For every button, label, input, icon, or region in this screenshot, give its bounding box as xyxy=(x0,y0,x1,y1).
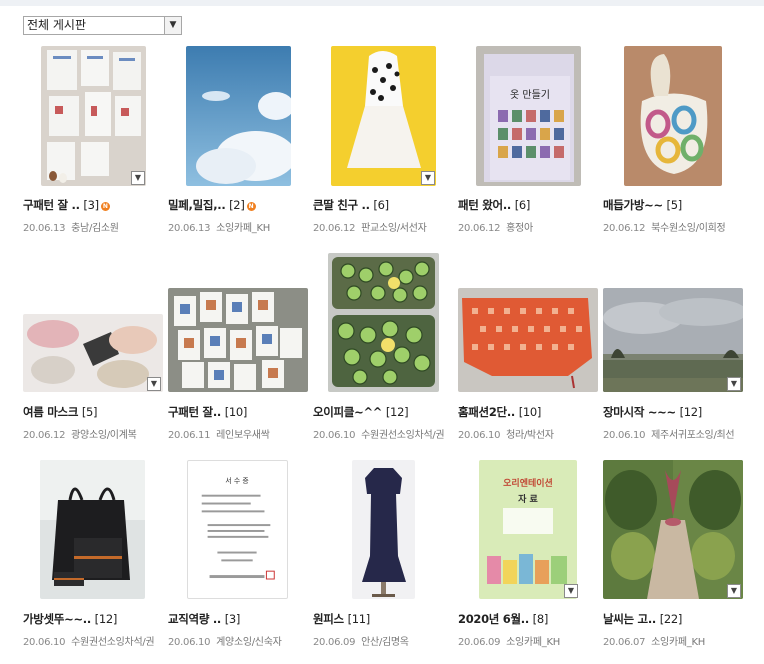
post-thumbnail[interactable] xyxy=(328,253,439,392)
post-author[interactable]: 청라/박선자 xyxy=(506,430,554,441)
orange-runner-image xyxy=(458,288,598,392)
post-title[interactable]: 구패턴 잘 .. [3] N xyxy=(23,197,110,213)
polka-dot-dress-image xyxy=(331,46,436,186)
pattern-sheets-image xyxy=(168,288,308,392)
svg-text:자 료: 자 료 xyxy=(518,493,538,505)
post-thumbnail[interactable] xyxy=(603,288,743,392)
post-title[interactable]: 여름 마스크 [5] xyxy=(23,404,98,420)
post-thumbnail[interactable] xyxy=(186,46,291,186)
post-thumbnail[interactable] xyxy=(331,46,436,186)
bag-set-image xyxy=(40,460,145,599)
post-author[interactable]: 광양소잉/이계복 xyxy=(71,430,137,441)
chevron-down-icon[interactable]: ▼ xyxy=(727,584,741,598)
post-title[interactable]: 날씨는 고.. [22] xyxy=(603,611,682,627)
post-meta: 20.06.10 수원권선소잉차석/권 xyxy=(23,637,155,648)
forest-kaleidoscope-image xyxy=(603,460,743,599)
board-select[interactable]: 전체 게시판 ▼ xyxy=(23,16,182,35)
post-title[interactable]: 패턴 왔어.. [6] xyxy=(458,197,530,213)
post-thumbnail[interactable] xyxy=(41,46,146,186)
post-thumbnail[interactable] xyxy=(624,46,722,186)
post-title[interactable]: 구패턴 잘.. [10] xyxy=(168,404,247,420)
chevron-down-icon[interactable]: ▼ xyxy=(564,584,578,598)
post-thumbnail[interactable] xyxy=(168,288,308,392)
post-thumbnail[interactable]: 서 수 증 xyxy=(187,460,288,599)
board-select-value: 전체 게시판 xyxy=(27,18,87,32)
post-meta: 20.06.10 제주서귀포소잉/최선 xyxy=(603,430,735,441)
post-thumbnail[interactable] xyxy=(458,288,598,392)
post-title[interactable]: 가방셋뚜~~.. [12] xyxy=(23,611,117,627)
post-meta: 20.06.12 광양소잉/이계복 xyxy=(23,430,137,441)
orientation-poster-image: 오리엔테이션 자 료 xyxy=(479,460,577,599)
face-masks-image xyxy=(23,314,163,392)
post-meta: 20.06.13 소잉카페_KH xyxy=(168,223,270,234)
post-title[interactable]: 밀페,밀집,.. [2] N xyxy=(168,197,256,213)
post-title[interactable]: 원피스 [11] xyxy=(313,611,370,627)
post-meta: 20.06.09 안산/김명옥 xyxy=(313,637,409,648)
post-thumbnail[interactable] xyxy=(23,314,163,392)
post-meta: 20.06.10 계양소잉/신숙자 xyxy=(168,637,282,648)
svg-text:오리엔테이션: 오리엔테이션 xyxy=(503,477,553,489)
post-author[interactable]: 북수원소잉/이희정 xyxy=(651,223,726,234)
new-badge-icon: N xyxy=(246,202,256,211)
pickles-image xyxy=(328,253,439,392)
knot-bag-image xyxy=(624,46,722,186)
post-author[interactable]: 소잉카페_KH xyxy=(216,223,270,234)
post-meta: 20.06.12 북수원소잉/이희정 xyxy=(603,223,726,234)
post-meta: 20.06.13 충남/김소원 xyxy=(23,223,119,234)
post-author[interactable]: 레인보우새싹 xyxy=(216,430,270,441)
post-author[interactable]: 계양소잉/신숙자 xyxy=(216,637,282,648)
post-author[interactable]: 안산/김명옥 xyxy=(361,637,409,648)
sky-clouds-image xyxy=(186,46,291,186)
post-meta: 20.06.11 레인보우새싹 xyxy=(168,430,270,441)
post-thumbnail[interactable]: 오리엔테이션 자 료 xyxy=(479,460,577,599)
chevron-down-icon[interactable]: ▼ xyxy=(421,171,435,185)
post-author[interactable]: 홍정아 xyxy=(506,223,533,234)
post-title[interactable]: 매듭가방~~ [5] xyxy=(603,197,682,213)
pattern-papers-image xyxy=(41,46,146,186)
navy-dress-image xyxy=(352,460,415,599)
post-thumbnail[interactable] xyxy=(603,460,743,599)
post-title[interactable]: 2020년 6월.. [8] xyxy=(458,611,548,627)
svg-text:서 수 증: 서 수 증 xyxy=(225,476,248,485)
chevron-down-icon[interactable]: ▼ xyxy=(131,171,145,185)
pattern-book-image: 옷 만들기 xyxy=(476,46,581,186)
post-author[interactable]: 충남/김소원 xyxy=(71,223,119,234)
svg-text:옷 만들기: 옷 만들기 xyxy=(510,89,550,101)
post-author[interactable]: 소잉카페_KH xyxy=(506,637,560,648)
post-author[interactable]: 판교소잉/서선자 xyxy=(361,223,427,234)
post-meta: 20.06.10 청라/박선자 xyxy=(458,430,554,441)
post-author[interactable]: 소잉카페_KH xyxy=(651,637,705,648)
chevron-down-icon[interactable]: ▼ xyxy=(727,377,741,391)
chevron-down-icon[interactable]: ▼ xyxy=(164,17,181,34)
post-title[interactable]: 교직역량 .. [3] xyxy=(168,611,240,627)
post-title[interactable]: 큰딸 친구 .. [6] xyxy=(313,197,389,213)
post-title[interactable]: 장마시작 ~~~ [12] xyxy=(603,404,702,420)
post-thumbnail[interactable]: 옷 만들기 xyxy=(476,46,581,186)
post-thumbnail[interactable] xyxy=(40,460,145,599)
post-title[interactable]: 홈패션2단.. [10] xyxy=(458,404,541,420)
cloudy-landscape-image xyxy=(603,288,743,392)
top-border xyxy=(0,0,764,6)
post-meta: 20.06.12 판교소잉/서선자 xyxy=(313,223,427,234)
post-title[interactable]: 오이피클~^^ [12] xyxy=(313,404,409,420)
post-author[interactable]: 제주서귀포소잉/최선 xyxy=(651,430,734,441)
chevron-down-icon[interactable]: ▼ xyxy=(147,377,161,391)
post-thumbnail[interactable] xyxy=(352,460,415,599)
post-meta: 20.06.07 소잉카페_KH xyxy=(603,637,705,648)
post-author[interactable]: 수원권선소잉차석/권 xyxy=(71,637,154,648)
post-author[interactable]: 수원권선소잉차석/권 xyxy=(361,430,444,441)
post-meta: 20.06.12 홍정아 xyxy=(458,223,533,234)
new-badge-icon: N xyxy=(100,202,110,211)
post-meta: 20.06.10 수원권선소잉차석/권 xyxy=(313,430,445,441)
certificate-document-image: 서 수 증 xyxy=(188,461,287,598)
post-meta: 20.06.09 소잉카페_KH xyxy=(458,637,560,648)
